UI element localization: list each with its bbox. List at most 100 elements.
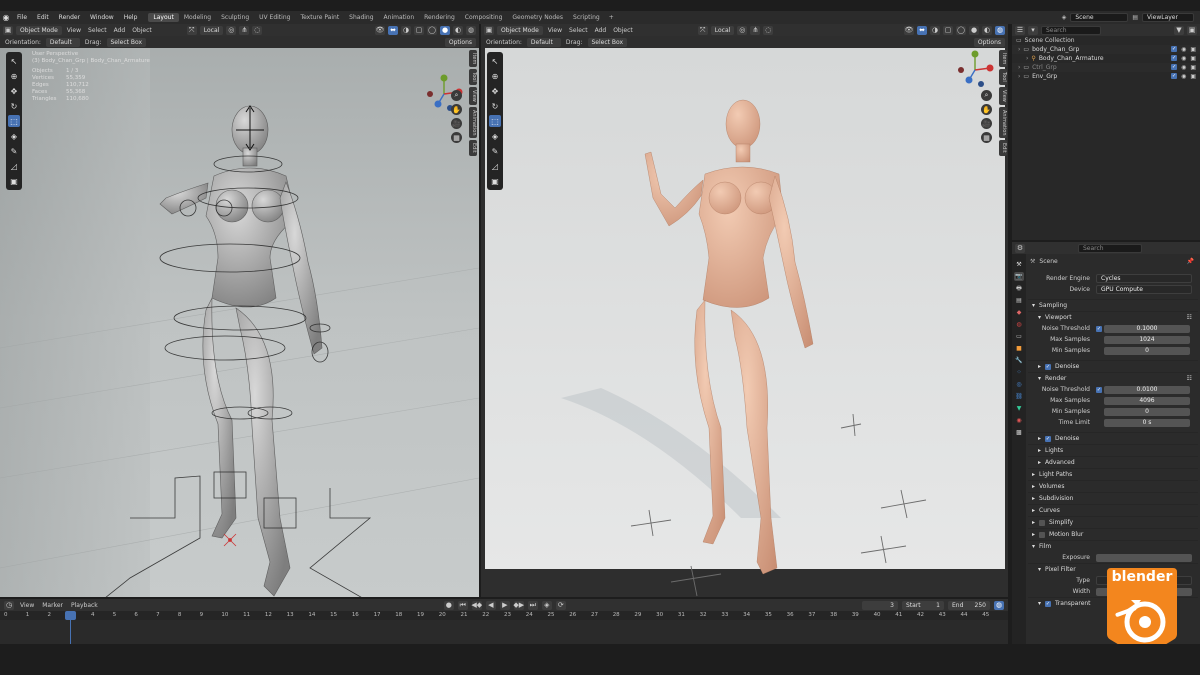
rendered-shading-icon[interactable]: ◍ <box>466 25 476 35</box>
menu-object-right[interactable]: Object <box>611 27 635 34</box>
outliner-item[interactable]: › ⚲ Body_Chan_Armature ✓ ◉ ▣ <box>1012 54 1200 63</box>
presets-icon[interactable]: ☷ <box>1187 375 1198 382</box>
outliner-editor-icon[interactable]: ☰ <box>1015 25 1025 35</box>
menu-help[interactable]: Help <box>119 14 143 21</box>
cursor-tool-icon[interactable]: ⊕ <box>489 70 501 82</box>
adaptive-sampling-checkbox[interactable]: ✓ <box>1096 386 1102 393</box>
transform-orientation-right[interactable]: Local <box>710 25 735 35</box>
gizmo-icon-right[interactable]: ⬌ <box>917 25 927 35</box>
editor-type-icon[interactable]: ▣ <box>3 25 13 35</box>
outliner-search[interactable]: Search <box>1041 25 1101 35</box>
rotate-tool-icon[interactable]: ↻ <box>489 100 501 112</box>
mode-selector[interactable]: Object Mode <box>16 25 62 35</box>
camera-view-icon[interactable]: 🎥 <box>981 118 992 129</box>
property-value-field[interactable]: 0 s <box>1104 418 1190 427</box>
property-value-field[interactable]: 0.1000 <box>1104 324 1190 333</box>
workspace-tab-compositing[interactable]: Compositing <box>460 13 508 22</box>
transform-tool-icon[interactable]: ◈ <box>489 130 501 142</box>
device-dropdown[interactable]: GPU Compute <box>1096 285 1192 294</box>
rendered-shading-icon-right[interactable]: ◍ <box>995 25 1005 35</box>
xray-icon[interactable]: ▢ <box>414 25 424 35</box>
solid-shading-icon[interactable]: ● <box>440 25 450 35</box>
sidebar-tab-animation[interactable]: Animation <box>999 106 1007 139</box>
orientation-dropdown[interactable]: Default <box>45 37 80 47</box>
denoise-checkbox[interactable]: ✓ <box>1045 435 1052 442</box>
presets-icon[interactable]: ☷ <box>1187 314 1198 321</box>
workspace-tab-uv-editing[interactable]: UV Editing <box>254 13 295 22</box>
outliner-item[interactable]: › ▭ body_Chan_Grp ✓ ◉ ▣ <box>1012 45 1200 54</box>
ortho-toggle-icon[interactable]: ▦ <box>451 132 462 143</box>
next-key-icon[interactable]: ◆▶ <box>513 600 524 610</box>
new-collection-icon[interactable]: ▣ <box>1187 25 1197 35</box>
scene-selector[interactable]: Scene <box>1070 13 1129 22</box>
menu-render[interactable]: Render <box>54 14 85 21</box>
transform-tool-icon[interactable]: ◈ <box>8 130 20 142</box>
transform-orientation-icon-right[interactable]: ⤧ <box>697 25 708 35</box>
options-button[interactable]: Options <box>444 37 476 47</box>
include-checkbox[interactable]: ✓ <box>1171 46 1178 52</box>
output-tab-icon[interactable]: 🖶 <box>1014 284 1024 293</box>
property-value-field[interactable]: 1024 <box>1104 335 1190 344</box>
menu-select-right[interactable]: Select <box>567 27 590 34</box>
lights-subpanel[interactable]: ▸ Lights <box>1028 444 1198 456</box>
proportional-icon-right[interactable]: ◌ <box>763 25 774 35</box>
viewport-subpanel[interactable]: ▾ Viewport ☷ <box>1028 311 1198 323</box>
current-frame-field[interactable]: 3 <box>862 600 898 610</box>
blender-logo-icon[interactable]: ◉ <box>0 11 12 24</box>
panel-light-paths[interactable]: ▸ Light Paths <box>1028 468 1198 480</box>
data-tab-icon[interactable]: ▼ <box>1014 404 1024 413</box>
move-tool-icon[interactable]: ✥ <box>489 85 501 97</box>
workspace-tab-animation[interactable]: Animation <box>379 13 420 22</box>
end-frame-field[interactable]: End 250 <box>948 600 990 610</box>
advanced-subpanel[interactable]: ▸ Advanced <box>1028 456 1198 468</box>
properties-search[interactable]: Search <box>1078 243 1142 253</box>
xray-icon-right[interactable]: ▢ <box>943 25 953 35</box>
adaptive-sampling-checkbox[interactable]: ✓ <box>1096 325 1102 332</box>
start-frame-field[interactable]: Start 1 <box>902 600 944 610</box>
workspace-tab-texture-paint[interactable]: Texture Paint <box>295 13 344 22</box>
transform-orientation-icon[interactable]: ⤧ <box>186 25 197 35</box>
sidebar-tab-tool[interactable]: Tool <box>469 69 477 86</box>
wireframe-shading-icon-right[interactable]: ◯ <box>956 25 966 35</box>
options-button-right[interactable]: Options <box>973 37 1005 47</box>
auto-key-icon[interactable]: ⟳ <box>555 600 566 610</box>
menu-select[interactable]: Select <box>86 27 109 34</box>
sidebar-tab-edit[interactable]: Edit <box>469 140 477 157</box>
visibility-icon[interactable]: 👁 <box>375 25 385 35</box>
timeline-tracks[interactable] <box>0 620 1008 644</box>
annotate-tool-icon[interactable]: ✎ <box>489 145 501 157</box>
sidebar-tab-tool[interactable]: Tool <box>999 69 1007 86</box>
property-value-field[interactable]: 4096 <box>1104 396 1190 405</box>
constraints-tab-icon[interactable]: ⛓ <box>1014 392 1024 401</box>
outliner-item[interactable]: › ▭ Env_Grp ✓ ◉ ▣ <box>1012 72 1200 81</box>
particles-tab-icon[interactable]: ⁘ <box>1014 368 1024 377</box>
pan-icon[interactable]: ✋ <box>451 104 462 115</box>
add-workspace-button[interactable]: + <box>605 14 618 21</box>
record-icon[interactable]: ● <box>443 600 454 610</box>
cursor-tool-icon[interactable]: ⊕ <box>8 70 20 82</box>
pivot-icon[interactable]: ◎ <box>226 25 237 35</box>
panel-film[interactable]: ▾ Film <box>1028 540 1198 552</box>
proportional-icon[interactable]: ◌ <box>252 25 263 35</box>
scale-tool-icon[interactable]: ⬚ <box>489 115 501 127</box>
timeline-editor-icon[interactable]: ◷ <box>4 600 14 610</box>
scene-tab-icon[interactable]: ◆ <box>1014 308 1024 317</box>
timeline-menu-view[interactable]: View <box>18 602 36 609</box>
ortho-toggle-icon[interactable]: ▦ <box>981 132 992 143</box>
include-checkbox[interactable]: ✓ <box>1171 64 1178 70</box>
camera-view-icon[interactable]: 🎥 <box>451 118 462 129</box>
expand-chevron-icon[interactable]: › <box>1018 64 1020 71</box>
tool-tab-icon[interactable]: ⚒ <box>1014 260 1024 269</box>
viewport-right[interactable]: ▣ Object Mode View Select Add Object ⤧ L… <box>481 24 1008 597</box>
annotate-tool-icon[interactable]: ✎ <box>8 145 20 157</box>
include-checkbox[interactable]: ✓ <box>1171 73 1178 79</box>
wireframe-shading-icon[interactable]: ◯ <box>427 25 437 35</box>
zoom-icon[interactable]: ⌕ <box>451 90 462 101</box>
axis-gizmo-right[interactable] <box>955 50 995 90</box>
add-cube-tool-icon[interactable]: ▣ <box>489 175 501 187</box>
scale-tool-icon[interactable]: ⬚ <box>8 115 20 127</box>
snap-icon-right[interactable]: ⋔ <box>750 25 761 35</box>
workspace-tab-sculpting[interactable]: Sculpting <box>216 13 254 22</box>
material-shading-icon[interactable]: ◐ <box>453 25 463 35</box>
render-denoise-subpanel[interactable]: ▸ ✓ Denoise <box>1028 432 1198 444</box>
